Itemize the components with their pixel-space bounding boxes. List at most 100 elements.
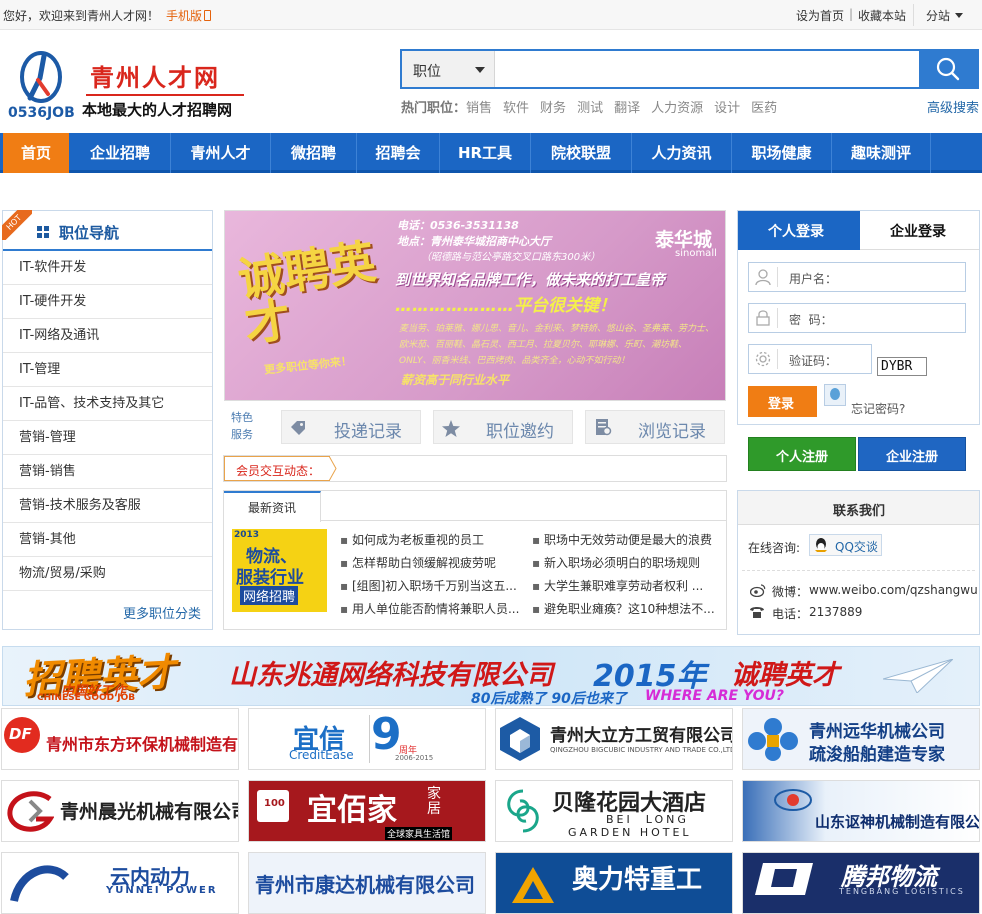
nav-item-qingzhou-talent[interactable]: 青州人才 (171, 133, 271, 173)
category-item[interactable]: IT-管理 (3, 353, 212, 387)
hot-keyword[interactable]: 设计 (714, 101, 740, 116)
banner-address-detail: （昭德路与范公亭路交叉口路东300米） (421, 252, 601, 263)
news-item[interactable]: ▪ 怎样帮助白领缓解视疲劳呢 (340, 554, 515, 577)
category-item[interactable]: 营销-技术服务及客服 (3, 489, 212, 523)
yibaijia-badge: 100 (257, 790, 289, 822)
site-logo[interactable]: 0536JOB 青州人才网 本地最大的人才招聘网 (8, 48, 248, 124)
bookmark-link[interactable]: 收藏本站 (858, 7, 906, 24)
company-logo-yibaijia[interactable]: 100 宜佰家 家居 全球家具生活馆 (248, 780, 486, 842)
news-item[interactable]: ▪ 大学生兼职难享劳动者权利 ... (532, 577, 724, 600)
company-logo-dalifang[interactable]: 青州大立方工贸有限公司 QINGZHOU BIGCUBIC INDUSTRY A… (495, 708, 733, 770)
user-icon (755, 269, 771, 285)
more-categories-link[interactable]: 更多职位分类 (123, 603, 201, 622)
grid-icon (37, 226, 49, 238)
document-icon (596, 419, 612, 436)
news-item[interactable]: ▪ 避免职业瘫痪？这10种想法不... (532, 600, 724, 623)
nav-item-hr-news[interactable]: 人力资讯 (632, 133, 732, 173)
news-item[interactable]: ▪ 新入职场必须明白的职场规则 (532, 554, 724, 577)
news-item[interactable]: ▪ 职场中无效劳动便是最大的浪费 (532, 531, 724, 554)
hot-keyword[interactable]: 软件 (503, 101, 529, 116)
wide-ad-slogan: 80后成熟了 90后也来了 (471, 691, 627, 706)
category-item[interactable]: 营销-其他 (3, 523, 212, 557)
company-logo-oushen[interactable]: 山东讴神机械制造有限公司 (742, 780, 980, 842)
forgot-password-link[interactable]: 忘记密码? (851, 400, 905, 417)
nav-item-company-jobs[interactable]: 企业招聘 (70, 133, 171, 173)
company-logo-dongfang[interactable]: DF 青州市东方环保机械制造有限公司 (1, 708, 239, 770)
category-nav: 职位导航 HOT IT-软件开发 IT-硬件开发 IT-网络及通讯 IT-管理 … (2, 210, 213, 630)
news-item[interactable]: ▪ 用人单位能否酌情将兼职人员... (340, 600, 519, 623)
substation-dropdown[interactable]: 分站 (926, 7, 964, 24)
hot-keyword[interactable]: 财务 (540, 101, 566, 116)
category-item[interactable]: 营销-销售 (3, 455, 212, 489)
password-field[interactable]: 密 码： (748, 303, 966, 333)
username-field[interactable]: 用户名： (748, 262, 966, 292)
nav-item-hr-tools[interactable]: HR工具 (440, 133, 531, 173)
company-logo-creditease[interactable]: 宜信 CreditEase 9 周年 2006-2015 (248, 708, 486, 770)
company-logo-yunnei[interactable]: 云内动力 YUNNEI POWER (1, 852, 239, 914)
flower-logo-icon (748, 718, 798, 761)
company-logo-beilong-hotel[interactable]: 贝隆花园大酒店 BEI LONG GARDEN HOTEL (495, 780, 733, 842)
delivery-records-button[interactable]: 投递记录 (281, 410, 421, 444)
company-logo-yuanhua[interactable]: 青州远华机械公司 疏浚船舶建造专家 (742, 708, 980, 770)
category-item[interactable]: IT-软件开发 (3, 251, 212, 285)
category-item[interactable]: IT-硬件开发 (3, 285, 212, 319)
register-personal-button[interactable]: 个人注册 (748, 437, 856, 471)
hot-keyword[interactable]: 医药 (751, 101, 777, 116)
category-item[interactable]: 物流/贸易/采购 (3, 557, 212, 591)
tab-personal-login[interactable]: 个人登录 (738, 211, 860, 250)
phone-icon (204, 10, 212, 21)
search-category-select[interactable]: 职位 (402, 51, 495, 87)
nav-item-job-fair[interactable]: 招聘会 (357, 133, 440, 173)
nav-item-college-alliance[interactable]: 院校联盟 (531, 133, 632, 173)
category-nav-header: 职位导航 (3, 211, 212, 251)
wide-recruit-banner[interactable]: 招聘英才 中国好工作 CHINESE GOOD JOB 山东兆通网络科技有限公司… (2, 646, 980, 706)
captcha-image[interactable]: DYBR (877, 357, 927, 376)
caret-down-icon (955, 13, 964, 18)
search-bar: 职位 (400, 49, 979, 89)
nav-item-career-health[interactable]: 职场健康 (732, 133, 832, 173)
hot-keyword[interactable]: 人力资源 (651, 101, 703, 116)
category-item[interactable]: IT-品管、技术支持及其它 (3, 387, 212, 421)
set-home-link[interactable]: 设为首页 (796, 7, 844, 24)
company-logo-chenguang[interactable]: 青州晨光机械有限公司 (1, 780, 239, 842)
hot-keyword[interactable]: 测试 (577, 101, 603, 116)
browse-history-button[interactable]: 浏览记录 (585, 410, 725, 444)
company-logo-tengbang[interactable]: 腾邦物流 TENGBANG LOGISTICS (742, 852, 980, 914)
category-item[interactable]: IT-网络及通讯 (3, 319, 212, 353)
search-button[interactable] (919, 49, 979, 89)
tab-company-login[interactable]: 企业登录 (860, 211, 979, 250)
register-company-button[interactable]: 企业注册 (858, 437, 966, 471)
hot-keyword[interactable]: 翻译 (614, 101, 640, 116)
qq-chat-button[interactable]: QQ交谈 (809, 534, 882, 556)
news-tab-latest[interactable]: 最新资讯 (224, 491, 321, 522)
banner-brands-list: 麦当劳、珀莱雅、娜儿思、音儿、金利来、梦特娇、悠山谷、圣弗莱、劳力士、欧米茄、百… (399, 324, 715, 366)
phone-label: 电话： (772, 607, 809, 621)
hot-keyword[interactable]: 销售 (466, 101, 492, 116)
banner-salary: 薪资高于同行业水平 (401, 373, 510, 387)
nav-item-home[interactable]: 首页 (3, 133, 69, 173)
category-item[interactable]: 营销-管理 (3, 421, 212, 455)
ticker-arrow (329, 456, 337, 481)
weibo-link[interactable]: www.weibo.com/qzshangwu (809, 583, 978, 597)
services-label-bottom: 服务 (231, 428, 253, 441)
news-item[interactable]: ▪ 如何成为老板重视的员工 (340, 531, 515, 554)
nav-item-fun-tests[interactable]: 趣味测评 (832, 133, 931, 173)
nav-item-micro-recruit[interactable]: 微招聘 (271, 133, 357, 173)
captcha-field[interactable]: 验证码： (748, 344, 872, 374)
news-ad-image[interactable]: 2013 物流、 服装行业 网络招聘 (232, 529, 327, 612)
mobile-version-link[interactable]: 手机版 (166, 7, 212, 24)
advanced-search-link[interactable]: 高级搜索 (927, 97, 979, 116)
company-logo-aolite[interactable]: 奥力特重工 (495, 852, 733, 914)
search-icon (936, 57, 960, 81)
login-button[interactable]: 登录 (748, 386, 817, 417)
main-banner[interactable]: 电话：0536-3531138 地点：青州泰华城招商中心大厅 （昭德路与范公亭路… (224, 210, 726, 401)
contact-header: 联系我们 (738, 491, 979, 525)
telephone-icon (750, 607, 764, 618)
job-invitations-button[interactable]: 职位邀约 (433, 410, 573, 444)
company-logo-kangda[interactable]: 青州市康达机械有限公司 (248, 852, 486, 914)
search-input[interactable] (496, 51, 918, 87)
news-item[interactable]: ▪ [组图]初入职场千万别当这五... (340, 577, 517, 600)
banner-phone: 电话：0536-3531138 (397, 219, 519, 232)
top-bar: 您好，欢迎来到青州人才网！ 手机版 设为首页 | 收藏本站 分站 (0, 0, 982, 30)
weibo-label: 微博： (772, 585, 809, 599)
